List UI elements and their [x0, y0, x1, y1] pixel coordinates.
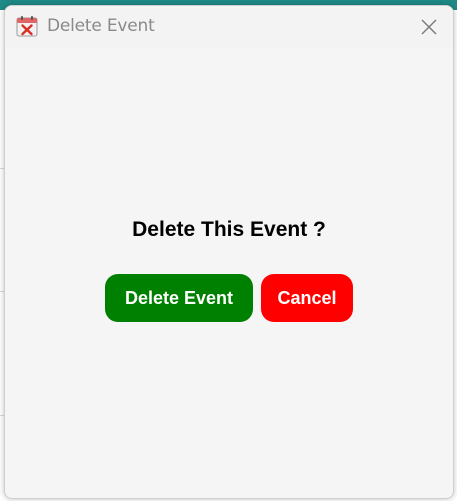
- close-button[interactable]: [417, 15, 441, 39]
- confirm-question: Delete This Event ?: [132, 218, 326, 241]
- button-row: Delete Event Cancel: [5, 274, 453, 322]
- window-title: Delete Event: [47, 16, 155, 36]
- delete-event-button[interactable]: Delete Event: [105, 274, 253, 322]
- dialog-content: Delete This Event ? Delete Event Cancel: [5, 48, 453, 498]
- cancel-button[interactable]: Cancel: [261, 274, 353, 322]
- close-icon: [421, 19, 437, 35]
- calendar-delete-icon: [16, 15, 38, 37]
- title-bar[interactable]: Delete Event: [5, 6, 453, 48]
- delete-event-dialog: Delete Event Delete This Event ? Delete …: [4, 5, 454, 499]
